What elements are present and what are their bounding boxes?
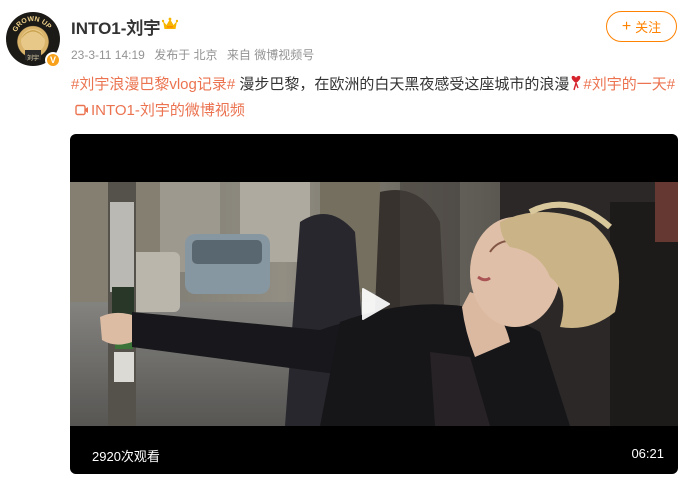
plus-icon: + — [621, 17, 632, 35]
video-player[interactable]: 2920次观看 06:21 — [70, 134, 678, 474]
post-time[interactable]: 23-3-11 14:19 — [71, 48, 145, 62]
post-location: 发布于 北京 — [154, 48, 218, 62]
username[interactable]: INTO1-刘宇 — [71, 14, 160, 39]
post-meta: 23-3-11 14:19 发布于 北京 来自 微博视频号 — [71, 46, 320, 63]
follow-button-label: 关注 — [635, 20, 662, 35]
heart-icon — [571, 75, 581, 91]
video-duration: 06:21 — [631, 446, 664, 461]
hashtag-link[interactable]: #刘宇浪漫巴黎vlog记录# — [71, 76, 235, 93]
post-text: #刘宇浪漫巴黎vlog记录# 漫步巴黎，在欧洲的白天黑夜感受这座城市的浪漫 #刘宇… — [71, 72, 681, 124]
play-icon[interactable] — [355, 285, 393, 323]
hashtag-link-2[interactable]: #刘宇的一天# — [583, 76, 675, 93]
view-count: 2920次观看 — [92, 449, 160, 464]
post-source[interactable]: 来自 微博视频号 — [227, 48, 314, 62]
post-body-text: 漫步巴黎，在欧洲的白天黑夜感受这座城市的浪漫 — [235, 76, 570, 93]
verified-badge-icon: V — [45, 52, 61, 68]
svg-text:GROWN UP: GROWN UP — [12, 16, 53, 34]
follow-button[interactable]: + 关注 — [606, 11, 677, 42]
crown-icon — [162, 17, 178, 29]
video-link[interactable]: INTO1-刘宇的微博视频 — [91, 102, 245, 119]
video-link-icon — [75, 104, 88, 116]
